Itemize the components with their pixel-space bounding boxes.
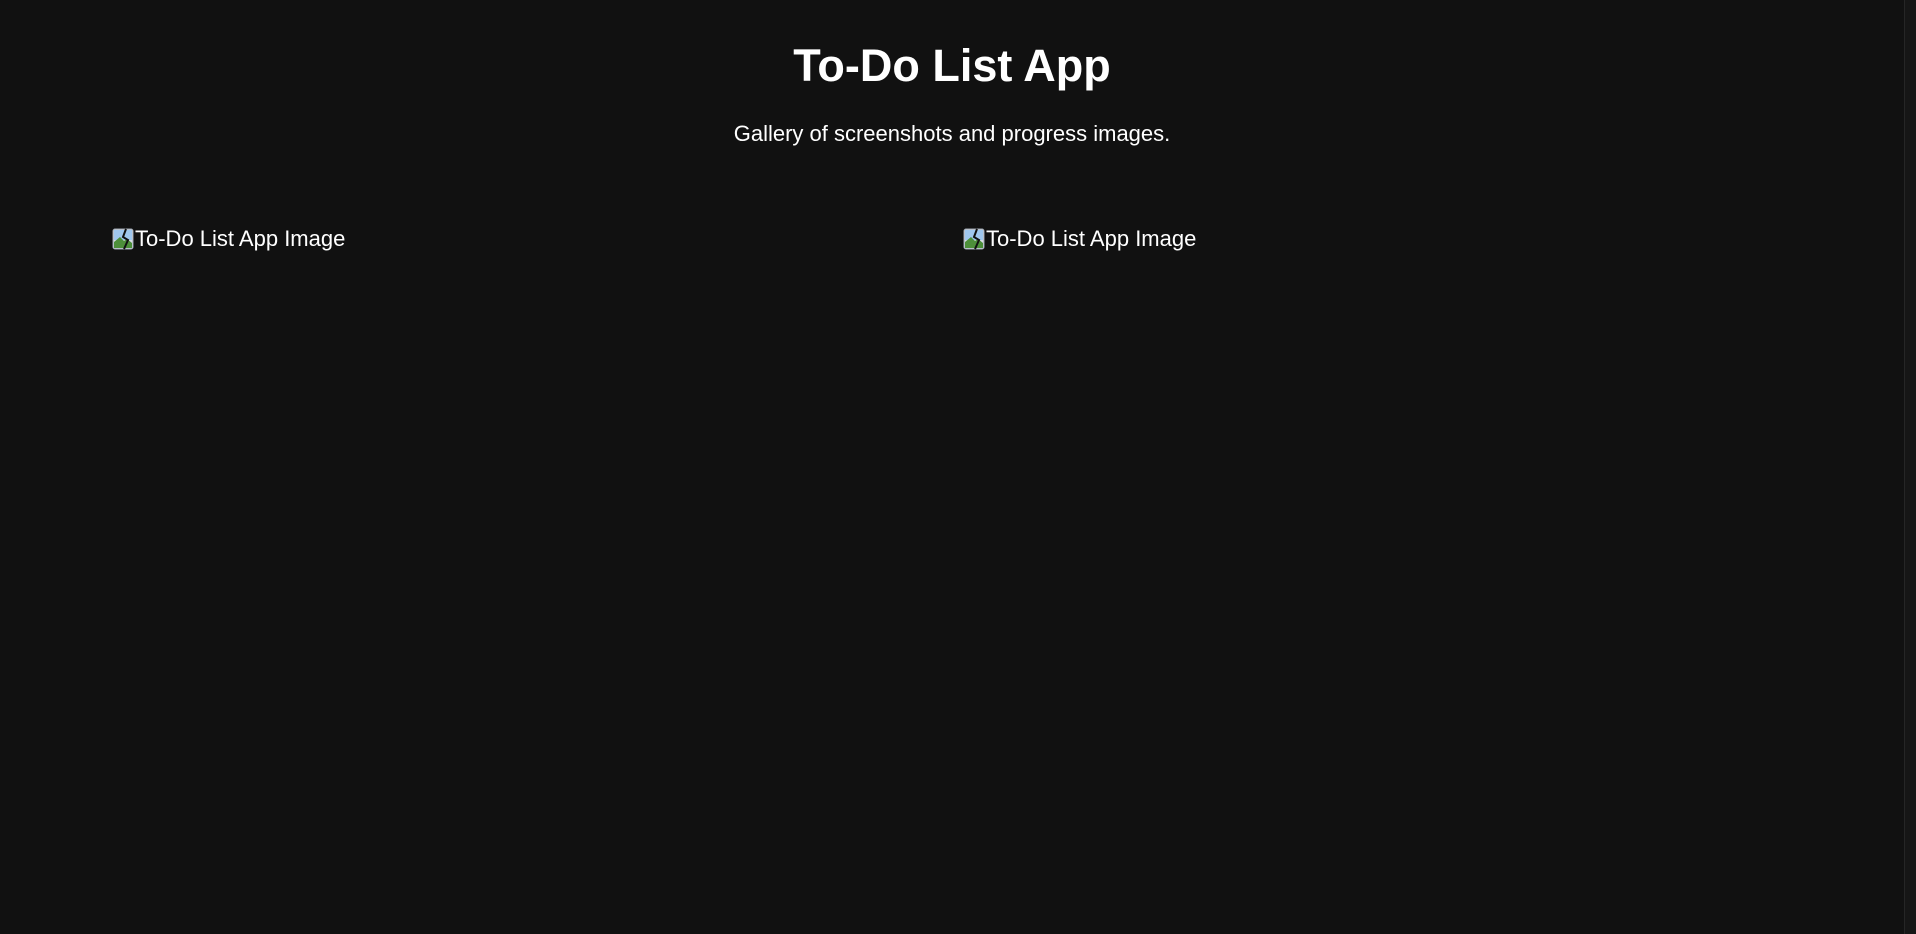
page-subtitle: Gallery of screenshots and progress imag… (733, 121, 1171, 146)
broken-image-icon (112, 228, 134, 250)
gallery-image-alt-text: To-Do List App Image (135, 226, 346, 251)
gallery-image-alt-text: To-Do List App Image (986, 226, 1197, 251)
page: To-Do List App Gallery of screenshots an… (0, 0, 1916, 934)
page-title: To-Do List App (793, 40, 1111, 91)
broken-image-icon (963, 228, 985, 250)
gallery-image-2[interactable]: To-Do List App Image (963, 224, 1196, 254)
gallery-image-1[interactable]: To-Do List App Image (112, 224, 345, 254)
vertical-scrollbar[interactable] (1904, 0, 1916, 934)
